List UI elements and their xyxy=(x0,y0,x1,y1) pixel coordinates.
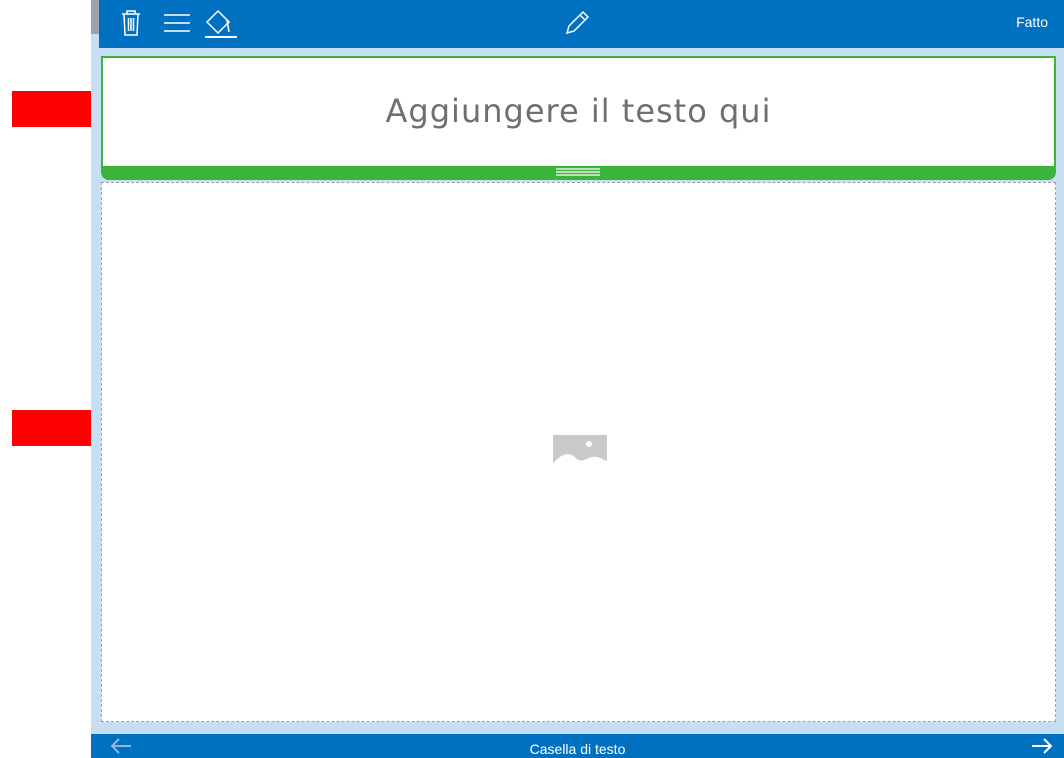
image-box[interactable] xyxy=(101,182,1056,722)
window-edge xyxy=(91,0,99,34)
selection-resize-bar[interactable] xyxy=(101,166,1056,180)
text-box[interactable]: Aggiungere il testo qui xyxy=(101,56,1056,166)
pencil-icon[interactable] xyxy=(562,8,592,38)
done-button[interactable]: Fatto xyxy=(1016,14,1048,30)
paint-bucket-icon[interactable] xyxy=(203,8,239,38)
text-box-placeholder[interactable]: Aggiungere il testo qui xyxy=(103,92,1054,130)
trash-icon[interactable] xyxy=(119,8,143,38)
drag-handle-icon[interactable] xyxy=(556,168,600,176)
image-placeholder-icon[interactable] xyxy=(553,435,607,471)
arrow-right-icon[interactable] xyxy=(1030,736,1054,756)
app-window: Fatto Aggiungere il testo qui Casella di… xyxy=(91,0,1064,758)
bottom-bar: Casella di testo xyxy=(91,734,1064,758)
top-toolbar: Fatto xyxy=(99,0,1064,48)
menu-icon[interactable] xyxy=(162,8,192,38)
page-title: Casella di testo xyxy=(529,741,626,757)
